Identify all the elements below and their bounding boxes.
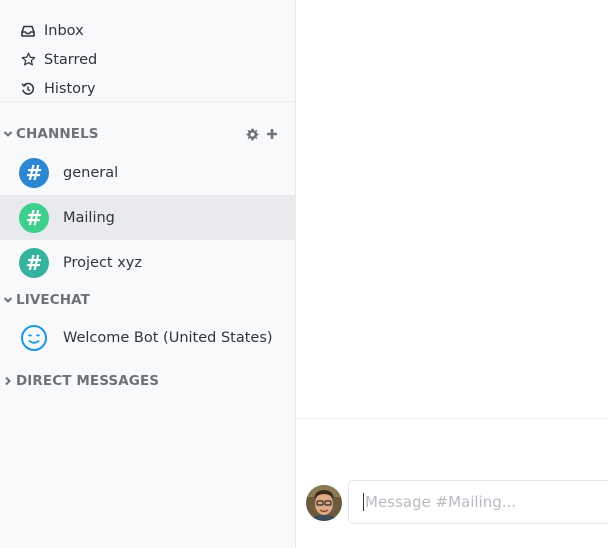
hashtag-icon: #	[19, 157, 49, 188]
history-icon	[20, 81, 36, 97]
direct-messages-section-title: DIRECT MESSAGES	[16, 373, 160, 389]
livechat-section-title: LIVECHAT	[16, 292, 90, 308]
sidebar-top-nav: Inbox Starred History	[0, 0, 295, 102]
sidebar-item-inbox[interactable]: Inbox	[0, 16, 295, 45]
channel-name: Mailing	[63, 209, 115, 226]
smiley-icon	[19, 323, 49, 353]
chevron-right-icon	[2, 375, 14, 387]
inbox-icon	[20, 23, 36, 39]
channel-item-general[interactable]: # general	[0, 150, 295, 195]
hashtag-icon: #	[19, 202, 49, 233]
gear-icon[interactable]	[245, 127, 259, 141]
text-caret	[363, 493, 364, 511]
star-icon	[20, 52, 36, 68]
sidebar-item-label: Starred	[44, 51, 98, 68]
livechat-name: Welcome Bot (United States)	[63, 329, 273, 346]
message-area-divider	[296, 418, 608, 419]
sidebar-item-history[interactable]: History	[0, 74, 295, 103]
channels-section-title: CHANNELS	[16, 126, 99, 142]
sidebar-item-label: History	[44, 80, 96, 97]
hashtag-icon: #	[19, 247, 49, 278]
channels-actions	[245, 118, 279, 150]
message-input-placeholder: Message #Mailing...	[365, 493, 517, 511]
livechat-section-header[interactable]: LIVECHAT	[0, 285, 295, 315]
sidebar: Inbox Starred History CHANNELS # general…	[0, 0, 296, 548]
direct-messages-section-header[interactable]: DIRECT MESSAGES	[0, 366, 295, 396]
channel-name: general	[63, 164, 119, 181]
channel-item-mailing[interactable]: # Mailing	[0, 195, 295, 240]
sidebar-item-starred[interactable]: Starred	[0, 45, 295, 74]
user-avatar[interactable]	[306, 485, 342, 521]
livechat-item-welcome-bot[interactable]: Welcome Bot (United States)	[0, 315, 295, 360]
chevron-down-icon	[2, 294, 14, 306]
message-composer: Message #Mailing...	[296, 480, 608, 528]
chevron-down-icon	[2, 128, 14, 140]
channel-name: Project xyz	[63, 254, 142, 271]
channels-section-header[interactable]: CHANNELS	[0, 118, 295, 150]
plus-icon[interactable]	[265, 127, 279, 141]
channel-item-project-xyz[interactable]: # Project xyz	[0, 240, 295, 285]
message-input[interactable]: Message #Mailing...	[348, 480, 608, 524]
sidebar-item-label: Inbox	[44, 22, 84, 39]
